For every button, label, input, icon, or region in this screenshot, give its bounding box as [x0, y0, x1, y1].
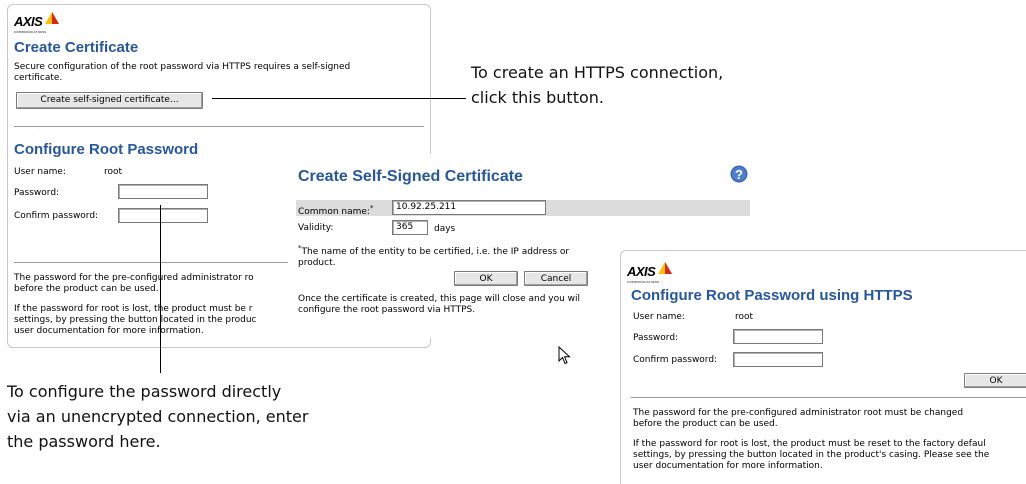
direct-password-callout-line-3: the password here.	[7, 432, 161, 451]
password-label: Password:	[633, 333, 679, 343]
user-name-value: root	[735, 312, 754, 322]
https-callout-line-2: click this button.	[471, 88, 604, 107]
user-name-label: User name:	[14, 167, 66, 177]
validity-field[interactable]: 365	[392, 220, 428, 235]
lost-password-notice-line-1: If the password for root is lost, the pr…	[14, 304, 253, 314]
create-self-signed-certificate-button[interactable]: Create self-signed certificate...	[16, 92, 203, 109]
configure-root-password-https-dialog: AXIS COMMUNICATIONS Configure Root Passw…	[620, 250, 1026, 484]
create-self-signed-certificate-title: Create Self-Signed Certificate	[298, 168, 523, 185]
lost-password-notice-line-2: settings, by pressing the button located…	[633, 450, 990, 460]
confirm-password-label: Confirm password:	[633, 355, 718, 365]
certificate-creation-note: Once the certificate is created, this pa…	[298, 294, 580, 316]
axis-logo: AXIS COMMUNICATIONS	[627, 261, 672, 284]
certificate-creation-note-line-2: configure the root password via HTTPS.	[298, 305, 476, 315]
confirm-password-field[interactable]	[733, 352, 823, 367]
admin-password-notice-line-1: The password for the pre-configured admi…	[633, 408, 964, 418]
lost-password-notice-line-1: If the password for root is lost, the pr…	[633, 439, 986, 449]
divider	[14, 126, 424, 127]
axis-logo: AXIS COMMUNICATIONS	[14, 11, 59, 34]
certificate-creation-note-line-1: Once the certificate is created, this pa…	[298, 294, 581, 304]
password-field[interactable]	[733, 329, 823, 344]
common-name-label-text: Common name:	[298, 207, 370, 217]
password-field[interactable]	[118, 184, 208, 199]
confirm-password-field[interactable]	[118, 208, 208, 223]
help-icon[interactable]: ?	[730, 165, 748, 183]
admin-password-notice-line-2: before the product can be used.	[14, 284, 159, 294]
common-name-field[interactable]: 10.92.25.211	[392, 200, 546, 215]
axis-logo-text: AXIS	[627, 264, 656, 279]
configure-root-password-title: Configure Root Password	[14, 141, 199, 158]
cancel-button[interactable]: Cancel	[524, 271, 588, 286]
required-mark: *	[369, 204, 374, 212]
common-name-label: Common name:*	[298, 203, 373, 218]
certificate-footnote-line-2: product.	[298, 258, 336, 268]
admin-password-notice: The password for the pre-configured admi…	[633, 408, 963, 430]
direct-password-callout-line-2: via an unencrypted connection, enter	[7, 407, 309, 426]
create-certificate-description: Secure configuration of the root passwor…	[14, 62, 351, 83]
confirm-password-label: Confirm password:	[14, 211, 99, 221]
callout-leader-line-password	[160, 205, 161, 373]
configure-root-password-https-title: Configure Root Password using HTTPS	[631, 287, 913, 304]
divider	[631, 397, 1026, 398]
https-callout: To create an HTTPS connection, click thi…	[471, 60, 723, 110]
direct-password-callout-line-1: To configure the password directly	[7, 382, 282, 401]
user-name-value: root	[104, 167, 123, 177]
validity-unit: days	[434, 224, 456, 234]
ok-button[interactable]: OK	[454, 271, 518, 286]
lost-password-notice-line-3: user documentation for more information.	[633, 461, 823, 471]
certificate-footnote-line-1: The name of the entity to be certified, …	[301, 247, 570, 257]
axis-logo-subtext: COMMUNICATIONS	[627, 280, 660, 284]
create-certificate-title: Create Certificate	[14, 39, 139, 56]
certificate-footnote: *The name of the entity to be certified,…	[298, 243, 569, 269]
axis-logo-subtext: COMMUNICATIONS	[14, 30, 47, 34]
admin-password-notice: The password for the pre-configured admi…	[14, 273, 254, 295]
axis-logo-text: AXIS	[14, 14, 43, 29]
direct-password-callout: To configure the password directly via a…	[7, 379, 308, 454]
ok-button[interactable]: OK	[964, 373, 1026, 388]
lost-password-notice: If the password for root is lost, the pr…	[14, 304, 257, 337]
password-label: Password:	[14, 188, 60, 198]
https-callout-line-1: To create an HTTPS connection,	[471, 63, 724, 82]
mouse-pointer-icon	[558, 346, 571, 365]
lost-password-notice-line-3: user documentation for more information.	[14, 326, 204, 336]
admin-password-notice-line-2: before the product can be used.	[633, 419, 778, 429]
validity-label: Validity:	[298, 223, 334, 233]
user-name-label: User name:	[633, 312, 685, 322]
help-icon-glyph: ?	[735, 167, 743, 182]
lost-password-notice: If the password for root is lost, the pr…	[633, 439, 989, 472]
admin-password-notice-line-1: The password for the pre-configured admi…	[14, 273, 254, 283]
lost-password-notice-line-2: settings, by pressing the button located…	[14, 315, 257, 325]
callout-leader-line-https	[212, 98, 466, 99]
